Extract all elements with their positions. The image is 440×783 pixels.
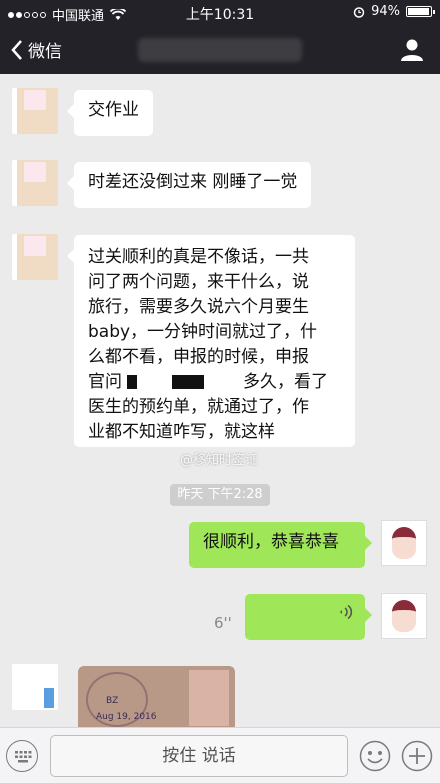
contact-avatar[interactable] <box>12 160 58 206</box>
my-avatar[interactable] <box>381 593 427 639</box>
passport-stamp <box>189 670 229 726</box>
voice-wave-icon <box>340 604 353 620</box>
voice-message-bubble[interactable] <box>245 594 372 640</box>
message-bubble[interactable]: 交作业 <box>67 90 153 136</box>
voice-duration: 6'' <box>214 614 232 632</box>
emoji-icon[interactable] <box>359 740 391 772</box>
stamp-date: Aug 19, 2016 <box>96 712 157 722</box>
back-label: 微信 <box>28 42 62 62</box>
contact-avatar[interactable] <box>12 88 58 134</box>
keyboard-icon <box>15 751 32 763</box>
message-text: 时差还没倒过来 刚睡了一觉 <box>88 172 298 192</box>
back-chevron-icon <box>11 39 22 60</box>
my-message-bubble[interactable]: 很顺利，恭喜恭喜 <box>189 522 372 568</box>
hold-to-talk-button[interactable]: 按住 说话 <box>50 735 348 777</box>
message-fragment: 官问 <box>88 372 122 392</box>
message-bubble[interactable]: 时差还没倒过来 刚睡了一觉 <box>66 162 312 208</box>
image-message[interactable]: BZ Aug 19, 2016 <box>78 666 235 727</box>
message-text: 交作业 <box>88 100 139 120</box>
message-line-redacted: 官问 多久，看了 <box>88 370 341 395</box>
battery-icon <box>406 6 435 17</box>
redaction-block <box>127 375 138 389</box>
navigation-bar: 微信 <box>0 26 440 74</box>
battery-percent: 94% <box>371 4 400 19</box>
timestamp-label: 昨天 下午2:28 <box>170 484 270 506</box>
redaction-block <box>172 375 205 389</box>
message-line: 旅行，需要多久说六个月要生 <box>88 297 309 317</box>
message-bubble-long[interactable]: 过关顺利的真是不像话，一共 问了两个问题，来干什么，说 旅行，需要多久说六个月要… <box>67 235 355 447</box>
keyboard-toggle-button[interactable] <box>6 740 38 772</box>
message-fragment: 多久，看了 <box>243 372 329 392</box>
input-bar: 按住 说话 <box>0 727 440 783</box>
message-line: 业都不知道咋写，就这样 <box>88 422 275 442</box>
back-button[interactable]: 微信 <box>10 37 62 62</box>
chat-title-redacted <box>138 38 302 62</box>
message-line: baby，一分钟时间就过了，什 <box>88 322 318 342</box>
alarm-icon <box>353 6 365 18</box>
profile-icon[interactable] <box>400 38 424 62</box>
chat-area[interactable]: 交作业 时差还没倒过来 刚睡了一觉 过关顺利的真是不像话，一共 问了两个问题，来… <box>0 74 440 727</box>
stamp-letters: BZ <box>106 696 119 706</box>
message-line: 问了两个问题，来干什么，说 <box>88 272 309 292</box>
contact-avatar[interactable] <box>12 234 58 280</box>
message-line: 医生的预约单，就通过了，作 <box>88 397 309 417</box>
message-line: 过关顺利的真是不像话，一共 <box>88 247 309 267</box>
status-bar: 中国联通 上午10:31 94% <box>0 0 440 26</box>
my-avatar[interactable] <box>381 520 427 566</box>
message-text: 很顺利，恭喜恭喜 <box>203 532 339 552</box>
status-right: 94% <box>353 4 435 19</box>
plus-icon[interactable] <box>401 740 433 772</box>
watermark: @移知时签证 <box>180 453 259 468</box>
contact-avatar[interactable] <box>12 664 58 710</box>
message-line: 么都不看，申报的时候，申报 <box>88 347 309 367</box>
